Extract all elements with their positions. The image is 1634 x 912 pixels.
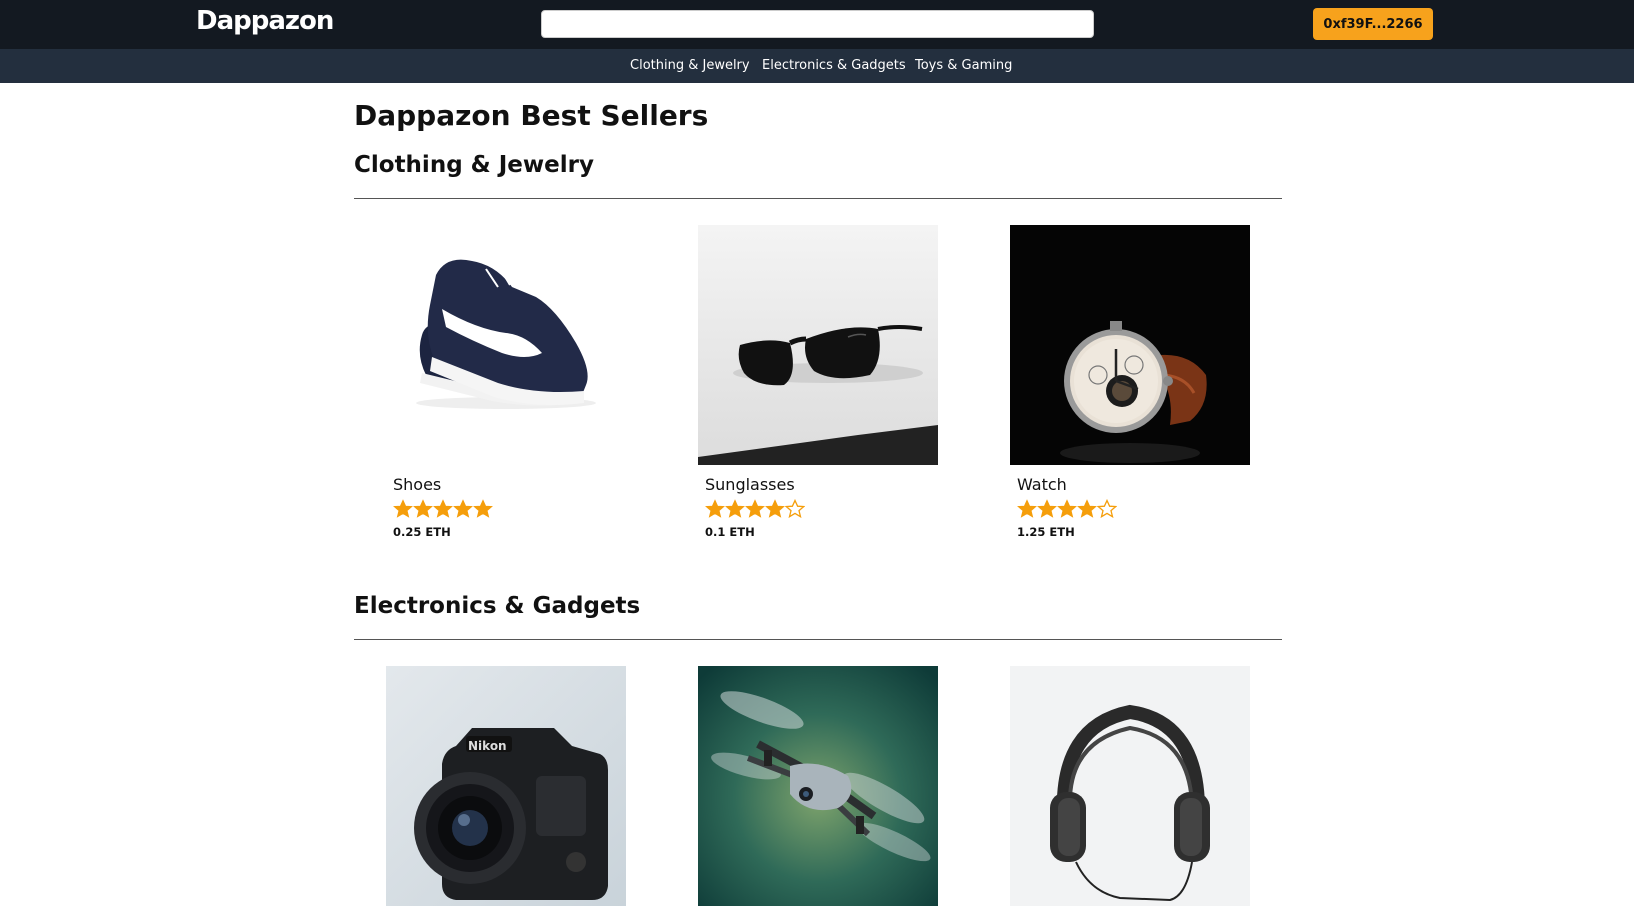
drone-image: [698, 666, 938, 906]
top-bar: Dappazon 0xf39F...2266: [0, 0, 1634, 49]
star-filled-icon: [433, 499, 453, 518]
star-filled-icon: [725, 499, 745, 518]
svg-text:Nikon: Nikon: [468, 739, 507, 753]
search-input[interactable]: [541, 10, 1094, 38]
product-image-drone[interactable]: [698, 666, 938, 906]
product-name[interactable]: Shoes: [393, 475, 441, 494]
product-price: 1.25 ETH: [1017, 525, 1075, 539]
star-filled-icon: [473, 499, 493, 518]
nav-item-electronics-gadgets[interactable]: Electronics & Gadgets: [762, 58, 906, 73]
product-rating: [705, 499, 805, 518]
star-filled-icon: [1017, 499, 1037, 518]
camera-image: Nikon: [386, 666, 626, 906]
star-filled-icon: [1057, 499, 1077, 518]
account-button[interactable]: 0xf39F...2266: [1313, 8, 1433, 40]
star-filled-icon: [1037, 499, 1057, 518]
star-filled-icon: [1077, 499, 1097, 518]
sneaker-image: [386, 225, 626, 465]
logo[interactable]: Dappazon: [196, 6, 334, 36]
star-filled-icon: [745, 499, 765, 518]
nav-item-clothing-jewelry[interactable]: Clothing & Jewelry: [630, 58, 750, 73]
section-title-clothing-jewelry: Clothing & Jewelry: [354, 152, 594, 178]
product-image-shoes[interactable]: [386, 225, 626, 465]
product-image-sunglasses[interactable]: [698, 225, 938, 465]
product-name[interactable]: Watch: [1017, 475, 1067, 494]
star-empty-icon: [785, 499, 805, 518]
product-price: 0.25 ETH: [393, 525, 451, 539]
star-empty-icon: [1097, 499, 1117, 518]
sunglasses-image: [698, 225, 938, 465]
product-rating: [1017, 499, 1117, 518]
star-filled-icon: [393, 499, 413, 518]
product-price: 0.1 ETH: [705, 525, 755, 539]
page-title: Dappazon Best Sellers: [354, 99, 709, 132]
headphones-image: [1010, 666, 1250, 906]
star-filled-icon: [413, 499, 433, 518]
product-image-camera[interactable]: Nikon: [386, 666, 626, 906]
star-filled-icon: [705, 499, 725, 518]
product-rating: [393, 499, 493, 518]
star-filled-icon: [453, 499, 473, 518]
section-divider: [354, 198, 1282, 199]
product-image-headphones[interactable]: [1010, 666, 1250, 906]
section-divider: [354, 639, 1282, 640]
category-nav: Clothing & Jewelry Electronics & Gadgets…: [0, 49, 1634, 83]
product-image-watch[interactable]: [1010, 225, 1250, 465]
product-name[interactable]: Sunglasses: [705, 475, 795, 494]
wristwatch-image: [1010, 225, 1250, 465]
star-filled-icon: [765, 499, 785, 518]
section-title-electronics-gadgets: Electronics & Gadgets: [354, 593, 641, 619]
nav-item-toys-gaming[interactable]: Toys & Gaming: [915, 58, 1012, 73]
